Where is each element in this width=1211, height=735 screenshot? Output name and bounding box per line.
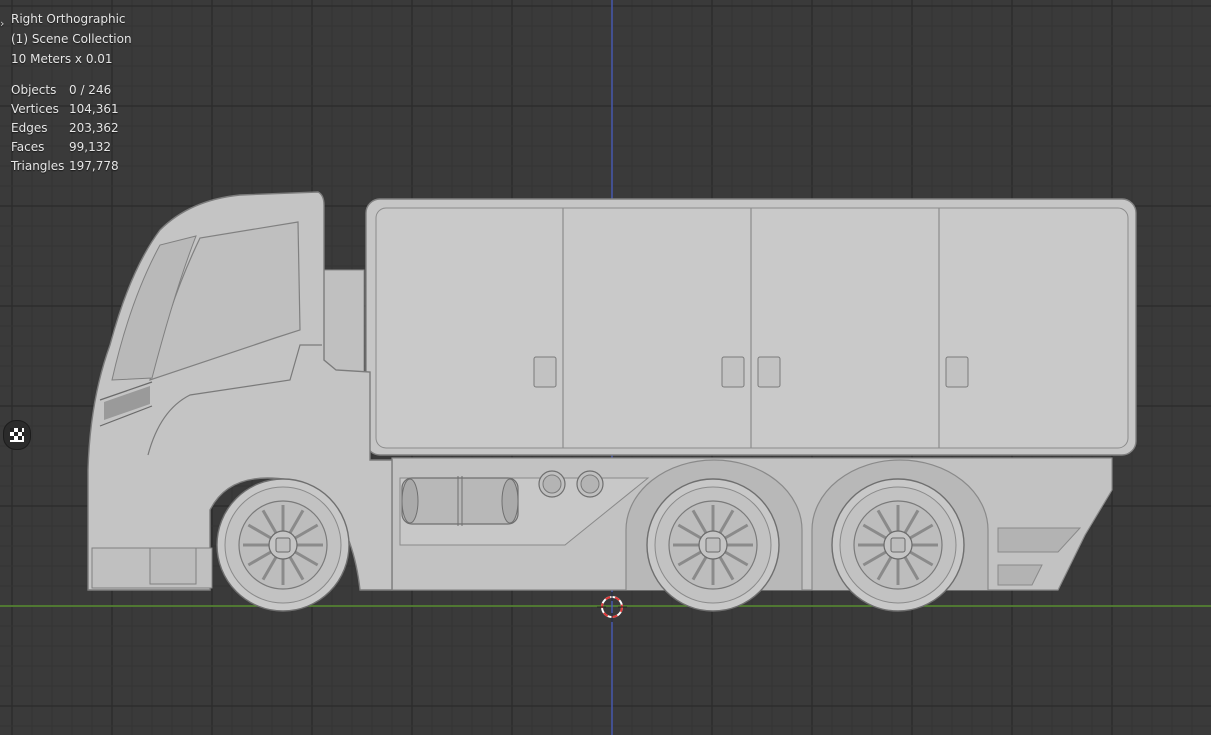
stat-vertices: Vertices 104,361: [11, 102, 119, 116]
viewport-info-overlay: › Right Orthographic (1) Scene Collectio…: [0, 0, 300, 200]
wheel: [646, 478, 780, 612]
wheel: [831, 478, 965, 612]
grid-scale: 10 Meters x 0.01: [11, 52, 113, 66]
stat-edges: Edges 203,362: [11, 121, 119, 135]
collection-name: (1) Scene Collection: [11, 32, 132, 46]
checker-icon[interactable]: [3, 420, 31, 450]
stat-objects: Objects 0 / 246: [11, 83, 112, 97]
3d-viewport[interactable]: › Right Orthographic (1) Scene Collectio…: [0, 0, 1211, 735]
3d-cursor-icon[interactable]: [597, 592, 627, 622]
chevron-right-icon[interactable]: ›: [0, 14, 4, 34]
stat-triangles: Triangles 197,778: [11, 159, 119, 173]
wheel: [216, 478, 350, 612]
stat-faces: Faces 99,132: [11, 140, 111, 154]
view-name: Right Orthographic: [11, 12, 126, 26]
